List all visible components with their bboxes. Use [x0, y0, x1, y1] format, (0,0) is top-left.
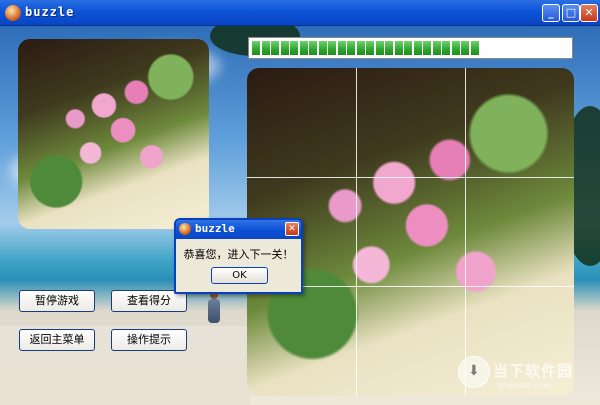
progress-segment [261, 41, 270, 55]
progress-segment [413, 41, 422, 55]
progress-segment [432, 41, 441, 55]
minimize-button[interactable]: _ [542, 4, 560, 22]
hint-button[interactable]: 操作提示 [111, 329, 187, 351]
minimize-icon: _ [548, 6, 554, 19]
maximize-button[interactable]: □ [562, 4, 580, 22]
progress-segment [404, 41, 412, 55]
ok-button[interactable]: OK [211, 267, 268, 284]
progress-segment [290, 41, 298, 55]
progress-segment [366, 41, 374, 55]
progress-segment [442, 41, 450, 55]
beach-figure [206, 291, 222, 331]
window-title: buzzle [25, 5, 75, 19]
game-area: 暂停游戏 查看得分 返回主菜单 操作提示 buzzle ✕ 恭喜您，进入下一关！… [0, 26, 600, 405]
app-icon [5, 5, 21, 21]
arrow-down-icon: ⬇ [468, 363, 480, 379]
grid-line-vertical [356, 68, 357, 396]
app-window: buzzle _ □ ✕ 暂停游戏 查看得分 返回主菜单 操作提示 buzzle… [0, 0, 600, 405]
pause-game-button[interactable]: 暂停游戏 [19, 290, 95, 312]
progress-segment [470, 41, 479, 55]
progress-segment [271, 41, 279, 55]
grid-line-vertical [465, 68, 466, 396]
progress-segment [299, 41, 308, 55]
level-complete-dialog: buzzle ✕ 恭喜您，进入下一关！ OK [174, 218, 303, 294]
progress-segment [252, 41, 260, 55]
close-button[interactable]: ✕ [580, 4, 598, 22]
dialog-close-button[interactable]: ✕ [285, 222, 299, 236]
progress-segment [318, 41, 327, 55]
app-icon [179, 223, 191, 235]
progress-segment [337, 41, 346, 55]
progress-segment [461, 41, 469, 55]
progress-segment [451, 41, 460, 55]
maximize-icon: □ [565, 6, 577, 19]
dialog-title: buzzle [195, 222, 235, 235]
title-bar[interactable]: buzzle _ □ ✕ [0, 0, 600, 26]
watermark-text: 当下软件园 [493, 362, 574, 380]
watermark: ⬇ 当下软件园 downxia.com [458, 356, 588, 396]
grid-line-horizontal [247, 177, 574, 178]
progress-segment [385, 41, 393, 55]
progress-segment [423, 41, 431, 55]
progress-segment [375, 41, 384, 55]
download-icon: ⬇ [458, 356, 490, 388]
figure-body [208, 299, 220, 323]
progress-segment [309, 41, 317, 55]
progress-segment [347, 41, 355, 55]
progress-segment [394, 41, 403, 55]
dialog-message: 恭喜您，进入下一关！ [183, 248, 294, 261]
watermark-url: downxia.com [498, 381, 552, 390]
close-icon: ✕ [584, 6, 594, 19]
close-icon: ✕ [288, 224, 296, 234]
main-menu-button[interactable]: 返回主菜单 [19, 329, 95, 351]
progress-segment [356, 41, 365, 55]
preview-image [18, 39, 209, 229]
progress-segment [328, 41, 336, 55]
dialog-title-bar[interactable]: buzzle ✕ [176, 220, 301, 239]
level-progress-bar [248, 37, 573, 59]
progress-segment [280, 41, 289, 55]
